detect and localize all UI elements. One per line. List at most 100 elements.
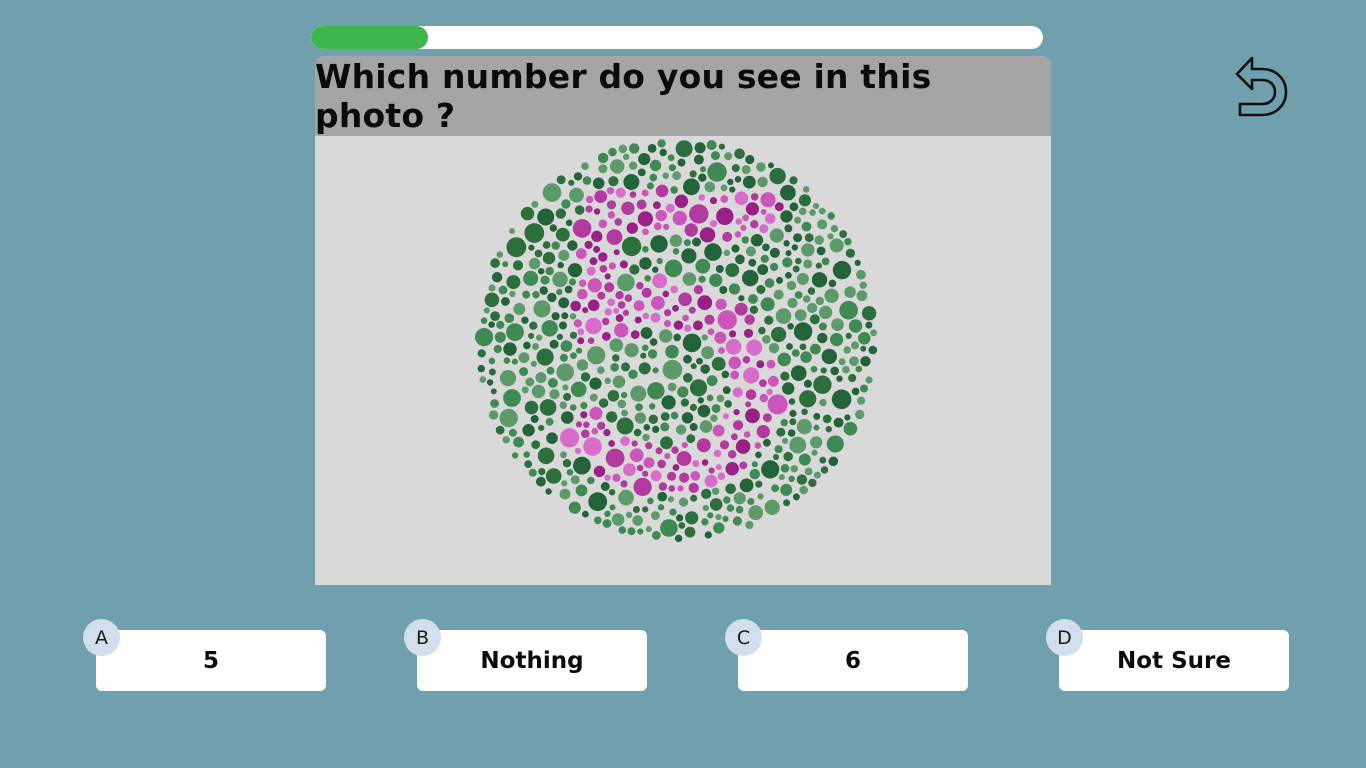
plate-dot [676,451,692,466]
plate-dot [537,447,555,465]
plate-dot [490,258,500,268]
plate-dot [843,346,851,354]
progress-bar [311,26,1043,49]
plate-dot [715,265,724,273]
plate-dot [727,178,734,186]
plate-dot [546,432,558,445]
plate-dot [576,359,589,371]
plate-dot [675,140,693,158]
ishihara-plate-image [475,139,878,543]
plate-dot [504,313,515,323]
plate-dot [608,440,616,447]
plate-dot [509,290,516,297]
plate-dot [608,147,617,157]
plate-dot [744,314,755,325]
plate-dot [728,283,741,295]
plate-dot [620,391,628,399]
plate-dot [813,412,821,420]
plate-dot [511,452,519,459]
back-button[interactable] [1228,52,1294,122]
plate-dot [642,506,649,513]
plate-dot [798,453,811,466]
plate-dot [715,298,727,310]
plate-dot [623,174,640,190]
plate-dot [817,219,828,230]
plate-dot [734,231,742,238]
plate-dot [612,354,620,362]
plate-dot [652,367,659,374]
plate-dot [830,366,839,376]
plate-dot [699,227,716,243]
plate-dot [830,333,844,347]
answer-option-a[interactable]: A 5 [83,619,326,691]
plate-dot [682,314,689,322]
plate-dot [725,338,742,355]
plate-dot [545,468,562,484]
plate-dot [802,295,811,303]
plate-dot [748,505,764,521]
plate-dot [627,527,636,536]
plate-dot [520,206,535,221]
plate-dot [660,422,670,432]
plate-dot [577,337,585,345]
plate-dot [551,312,560,321]
plate-dot [771,484,779,493]
plate-dot [644,275,651,282]
plate-dot [547,292,557,303]
plate-dot [650,235,668,253]
plate-dot [815,296,824,306]
plate-dot [820,367,827,374]
plate-dot [670,285,678,294]
plate-dot [612,473,621,482]
plate-dot [838,358,846,366]
plate-dot [692,237,701,247]
plate-dot [794,291,803,299]
plate-dot [532,343,539,350]
plate-dot [673,333,681,342]
plate-dot [534,249,543,258]
plate-dot [812,202,820,210]
plate-dot [488,368,496,376]
plate-dot [556,333,563,340]
answer-option-d[interactable]: D Not Sure [1046,619,1289,691]
plate-dot [707,512,714,519]
plate-dot [795,257,802,265]
plate-dot [734,191,749,205]
plate-dot [634,412,647,424]
plate-dot [610,363,619,372]
plate-dot [586,195,594,204]
plate-dot [591,230,603,242]
plate-dot [742,269,759,287]
plate-dot [499,408,518,428]
plate-dot [501,297,510,306]
plate-dot [799,390,817,408]
plate-dot [677,485,684,492]
plate-dot [612,375,626,389]
plate-dot [670,411,679,420]
plate-dot [523,270,539,286]
plate-dot [523,341,531,350]
plate-dot [704,243,722,261]
plate-dot [642,246,649,253]
plate-dot [651,296,665,310]
plate-dot [617,301,626,309]
plate-dot [799,343,807,351]
plate-dot [742,175,756,189]
plate-dot [788,398,796,405]
plate-dot [558,249,570,261]
plate-dot [827,212,835,220]
plate-dot [617,399,627,409]
plate-dot [741,165,751,175]
plate-dot [865,376,873,384]
plate-dot [740,224,747,231]
plate-dot [549,224,557,232]
plate-dot [610,159,625,174]
answer-option-c[interactable]: C 6 [725,619,968,691]
plate-dot [559,488,571,500]
plate-dot [603,429,611,437]
plate-dot [811,449,818,456]
plate-dot [692,460,700,468]
plate-dot [748,294,758,304]
answer-option-b[interactable]: B Nothing [404,619,647,691]
plate-dot [735,254,745,265]
